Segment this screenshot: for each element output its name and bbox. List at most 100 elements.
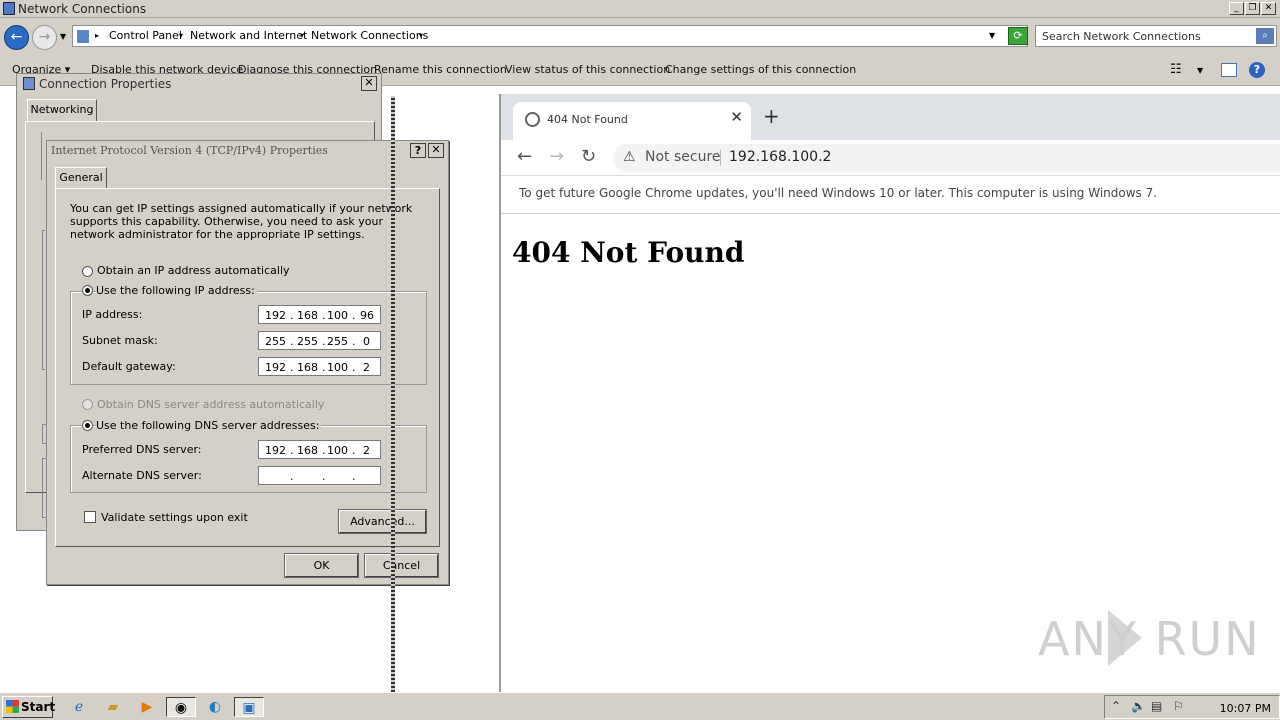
breadcrumb-control-panel[interactable]: Control Panel xyxy=(109,29,182,42)
internet-explorer-icon[interactable]: ℯ xyxy=(68,697,90,717)
chrome-forward-icon[interactable]: → xyxy=(549,146,564,167)
rename-command[interactable]: Rename this connection xyxy=(374,63,507,76)
chrome-tab[interactable]: 404 Not Found ✕ xyxy=(513,102,751,140)
octet: 255 xyxy=(265,335,286,348)
preview-pane-icon[interactable] xyxy=(1221,63,1237,77)
chevron-icon[interactable]: ▾ xyxy=(179,31,183,40)
octet: 168 xyxy=(297,309,318,322)
advanced-button[interactable]: Advanced... xyxy=(338,509,427,534)
ipv4-titlebar: Internet Protocol Version 4 (TCP/IPv4) P… xyxy=(47,141,448,161)
validate-settings-label[interactable]: Validate settings upon exit xyxy=(101,511,248,524)
media-player-icon[interactable]: ▶ xyxy=(136,697,158,717)
default-gateway-label: Default gateway: xyxy=(82,360,176,373)
network-connections-taskbar-icon[interactable]: ▣ xyxy=(234,697,264,717)
control-panel-icon xyxy=(77,30,89,43)
connprops-title: Connection Properties xyxy=(39,77,172,91)
minimize-button[interactable]: _ xyxy=(1229,2,1244,15)
view-options-icon[interactable]: ☷ xyxy=(1170,62,1188,78)
windows-logo-icon xyxy=(6,700,19,713)
chevron-icon[interactable]: ▸ xyxy=(95,31,99,40)
chrome-tab-title: 404 Not Found xyxy=(547,113,628,126)
help-icon[interactable]: ? xyxy=(1249,62,1265,78)
start-button[interactable]: Start xyxy=(2,696,56,718)
obtain-ip-auto-radio[interactable] xyxy=(82,266,93,277)
volume-icon[interactable]: 🔈 xyxy=(1131,699,1146,713)
connprops-field-edge xyxy=(41,132,44,180)
obtain-ip-auto-label[interactable]: Obtain an IP address automatically xyxy=(97,264,290,277)
default-gateway-field[interactable]: 192. 168. 100. 2 xyxy=(258,357,381,376)
chevron-icon[interactable]: ▾ xyxy=(419,31,423,40)
back-button[interactable]: ← xyxy=(4,25,29,50)
alternate-dns-field[interactable]: ... xyxy=(258,466,381,485)
refresh-icon[interactable]: ⟳ xyxy=(1008,27,1028,45)
chrome-infobar: To get future Google Chrome updates, you… xyxy=(501,176,1280,214)
octet: 168 xyxy=(297,444,318,457)
address-bar: ← → ▼ ▸ Control Panel ▾ Network and Inte… xyxy=(0,18,1280,56)
forward-button[interactable]: → xyxy=(32,25,57,50)
close-button[interactable]: ✕ xyxy=(1261,2,1276,15)
chrome-window: 404 Not Found ✕ + ← → ↻ ⚠ Not secure 192… xyxy=(499,94,1280,692)
cancel-button[interactable]: Cancel xyxy=(364,553,439,578)
view-status-command[interactable]: View status of this connection xyxy=(505,63,670,76)
octet: 255 xyxy=(297,335,318,348)
network-icon[interactable]: ▤ xyxy=(1151,699,1162,713)
use-following-dns-radio[interactable] xyxy=(82,420,93,431)
change-settings-command[interactable]: Change settings of this connection xyxy=(665,63,856,76)
search-input[interactable]: Search Network Connections ⌕ xyxy=(1035,25,1277,47)
preferred-dns-label: Preferred DNS server: xyxy=(82,443,202,456)
connprops-titlebar: Connection Properties ✕ xyxy=(17,74,381,94)
ipv4-properties-dialog: Internet Protocol Version 4 (TCP/IPv4) P… xyxy=(46,140,449,585)
edge-icon[interactable]: ◐ xyxy=(204,697,226,717)
watermark: ANY RUN xyxy=(1038,612,1261,666)
search-icon[interactable]: ⌕ xyxy=(1256,28,1274,44)
clock[interactable]: 10:07 PM xyxy=(1220,702,1271,715)
ipv4-title: Internet Protocol Version 4 (TCP/IPv4) P… xyxy=(51,144,328,157)
use-following-ip-label[interactable]: Use the following IP address: xyxy=(96,284,257,297)
chrome-reload-icon[interactable]: ↻ xyxy=(581,146,596,167)
history-dropdown-icon[interactable]: ▼ xyxy=(60,32,66,41)
globe-icon xyxy=(525,112,540,127)
restore-button[interactable]: ❐ xyxy=(1245,2,1260,15)
use-following-dns-label[interactable]: Use the following DNS server addresses: xyxy=(96,419,322,432)
octet: 2 xyxy=(363,361,370,374)
use-following-ip-radio[interactable] xyxy=(82,285,93,296)
ip-address-field[interactable]: 192. 168. 100. 96 xyxy=(258,305,381,324)
url-text[interactable]: 192.168.100.2 xyxy=(729,149,831,165)
preferred-dns-field[interactable]: 192. 168. 100. 2 xyxy=(258,440,381,459)
breadcrumb-network-connections[interactable]: Network Connections xyxy=(311,29,428,42)
show-hidden-icons-icon[interactable]: ⌃ xyxy=(1111,699,1121,713)
octet: 168 xyxy=(297,361,318,374)
address-dropdown-icon[interactable]: ▼ xyxy=(989,31,995,40)
new-tab-icon[interactable]: + xyxy=(763,104,780,128)
not-secure-label[interactable]: Not secure xyxy=(645,149,721,165)
breadcrumb[interactable]: ▸ Control Panel ▾ Network and Internet ▾… xyxy=(72,25,1028,47)
omnibox[interactable]: ⚠ Not secure 192.168.100.2 xyxy=(613,144,1280,172)
folder-icon[interactable]: ▰ xyxy=(102,697,124,717)
octet: 192 xyxy=(265,444,286,457)
obtain-dns-auto-label: Obtain DNS server address automatically xyxy=(97,398,325,411)
view-dropdown-icon[interactable]: ▼ xyxy=(1197,66,1215,82)
infobar-message: To get future Google Chrome updates, you… xyxy=(519,186,1158,200)
chrome-icon[interactable]: ◉ xyxy=(166,697,196,717)
tab-networking[interactable]: Networking xyxy=(27,99,97,121)
system-tray: ⌃ 🔈 ▤ ⚐ 10:07 PM xyxy=(1104,695,1280,719)
octet: 192 xyxy=(265,361,286,374)
ipv4-description: You can get IP settings assigned automat… xyxy=(70,202,413,241)
ok-button[interactable]: OK xyxy=(284,553,359,578)
tab-general[interactable]: General xyxy=(55,167,107,189)
start-label: Start xyxy=(21,700,56,714)
help-button[interactable]: ? xyxy=(410,143,426,158)
octet: 255 xyxy=(327,335,348,348)
tab-close-icon[interactable]: ✕ xyxy=(730,108,743,126)
breadcrumb-network-internet[interactable]: Network and Internet xyxy=(190,29,307,42)
octet: 2 xyxy=(363,444,370,457)
subnet-mask-label: Subnet mask: xyxy=(82,334,158,347)
subnet-mask-field[interactable]: 255. 255. 255. 0 xyxy=(258,331,381,350)
connprops-close-button[interactable]: ✕ xyxy=(361,76,377,91)
alternate-dns-label: Alternate DNS server: xyxy=(82,469,202,482)
chrome-back-icon[interactable]: ← xyxy=(517,146,532,167)
validate-settings-checkbox[interactable] xyxy=(84,511,96,523)
chevron-icon[interactable]: ▾ xyxy=(300,31,304,40)
action-center-flag-icon[interactable]: ⚐ xyxy=(1173,699,1184,713)
ipv4-close-button[interactable]: ✕ xyxy=(428,143,444,158)
